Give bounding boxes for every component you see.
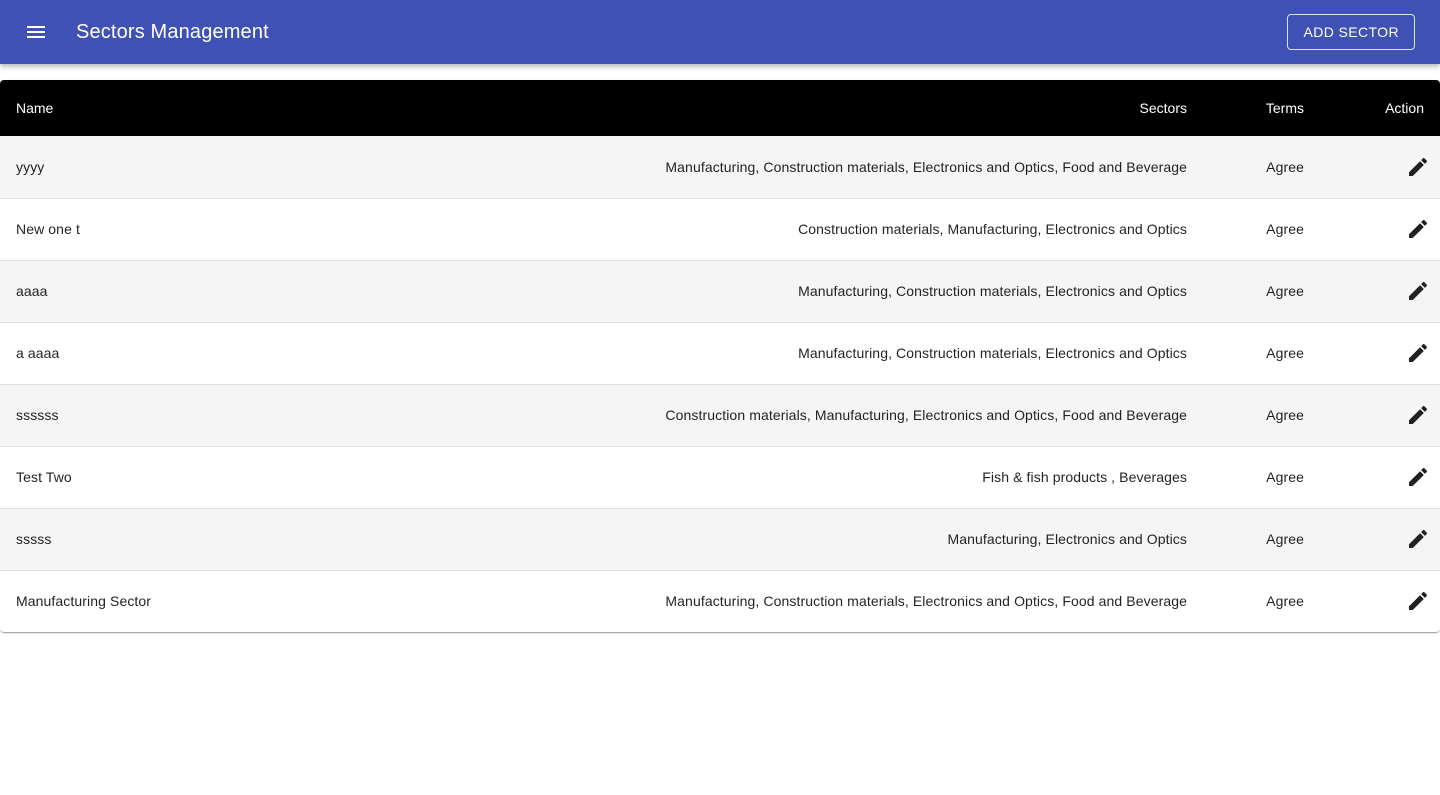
cell-name: Manufacturing Sector [16,593,152,610]
cell-sectors: Manufacturing, Construction materials, E… [798,283,1187,299]
cell-action [1320,260,1440,322]
edit-icon [1406,527,1430,551]
edit-button[interactable] [1404,401,1432,429]
cell-sectors: Manufacturing, Construction materials, E… [798,345,1187,361]
table-row: sssss Manufacturing, Electronics and Opti… [0,508,1440,570]
table-row: New one t Construction materials, Manufac… [0,198,1440,260]
edit-icon [1406,403,1430,427]
cell-action [1320,446,1440,508]
cell-name: aaaa [16,283,48,299]
cell-sectors: Construction materials, Manufacturing, E… [665,407,1187,423]
cell-terms: Agree [1266,345,1304,361]
sectors-table: Name Sectors Terms Action yyyy Manufactur… [0,80,1440,632]
table-row: a aaaa Manufacturing, Construction materi… [0,322,1440,384]
menu-icon [27,26,45,38]
cell-terms: Agree [1266,158,1304,175]
edit-icon [1406,217,1430,241]
edit-button[interactable] [1404,587,1432,615]
cell-name: ssssss [16,407,59,423]
table-row: aaaa Manufacturing, Construction material… [0,260,1440,322]
sectors-table-card: Name Sectors Terms Action yyyy Manufactur… [0,80,1440,632]
edit-button[interactable] [1404,215,1432,243]
table-body: yyyy Manufacturing, Construction material… [0,136,1440,632]
cell-name: New one t [16,221,80,237]
menu-button[interactable] [12,8,60,56]
cell-name: yyyy [16,158,45,175]
cell-action [1320,136,1440,198]
cell-name: sssss [16,531,52,547]
cell-sectors: Manufacturing, Construction materials, E… [665,593,1187,610]
page-title: Sectors Management [76,21,269,43]
cell-name: Test Two [16,469,72,485]
cell-action [1320,508,1440,570]
cell-sectors: Manufacturing, Construction materials, E… [665,158,1187,175]
add-sector-button[interactable]: ADD SECTOR [1287,14,1415,50]
column-header-terms: Terms [1265,100,1304,116]
cell-terms: Agree [1266,407,1304,423]
cell-action [1320,570,1440,632]
table-row: Manufacturing Sector Manufacturing, Const… [0,570,1440,632]
cell-action [1320,322,1440,384]
edit-icon [1406,279,1430,303]
cell-terms: Agree [1266,469,1304,485]
edit-icon [1406,341,1430,365]
cell-action [1320,384,1440,446]
cell-sectors: Construction materials, Manufacturing, E… [798,221,1187,237]
table-row: Test Two Fish & fish products , Beverages… [0,446,1440,508]
column-header-name: Name [16,100,54,116]
app-bar: Sectors Management ADD SECTOR [0,0,1440,64]
edit-button[interactable] [1404,525,1432,553]
cell-action [1320,198,1440,260]
cell-terms: Agree [1266,593,1304,610]
edit-button[interactable] [1404,463,1432,491]
column-header-sectors: Sectors [1139,100,1187,116]
table-row: ssssss Construction materials, Manufactur… [0,384,1440,446]
edit-icon [1406,465,1430,489]
cell-terms: Agree [1266,283,1304,299]
cell-terms: Agree [1266,221,1304,237]
table-header-row: Name Sectors Terms Action [0,80,1440,136]
edit-icon [1406,589,1430,613]
edit-button[interactable] [1404,277,1432,305]
cell-name: a aaaa [16,345,60,361]
column-header-action: Action [1385,100,1424,116]
cell-terms: Agree [1266,531,1304,547]
edit-button[interactable] [1404,339,1432,367]
table-row: yyyy Manufacturing, Construction material… [0,136,1440,198]
cell-sectors: Fish & fish products , Beverages [982,469,1187,485]
edit-icon [1406,155,1430,179]
table-header: Name Sectors Terms Action [0,80,1440,136]
cell-sectors: Manufacturing, Electronics and Optics [947,531,1187,547]
edit-button[interactable] [1404,153,1432,181]
